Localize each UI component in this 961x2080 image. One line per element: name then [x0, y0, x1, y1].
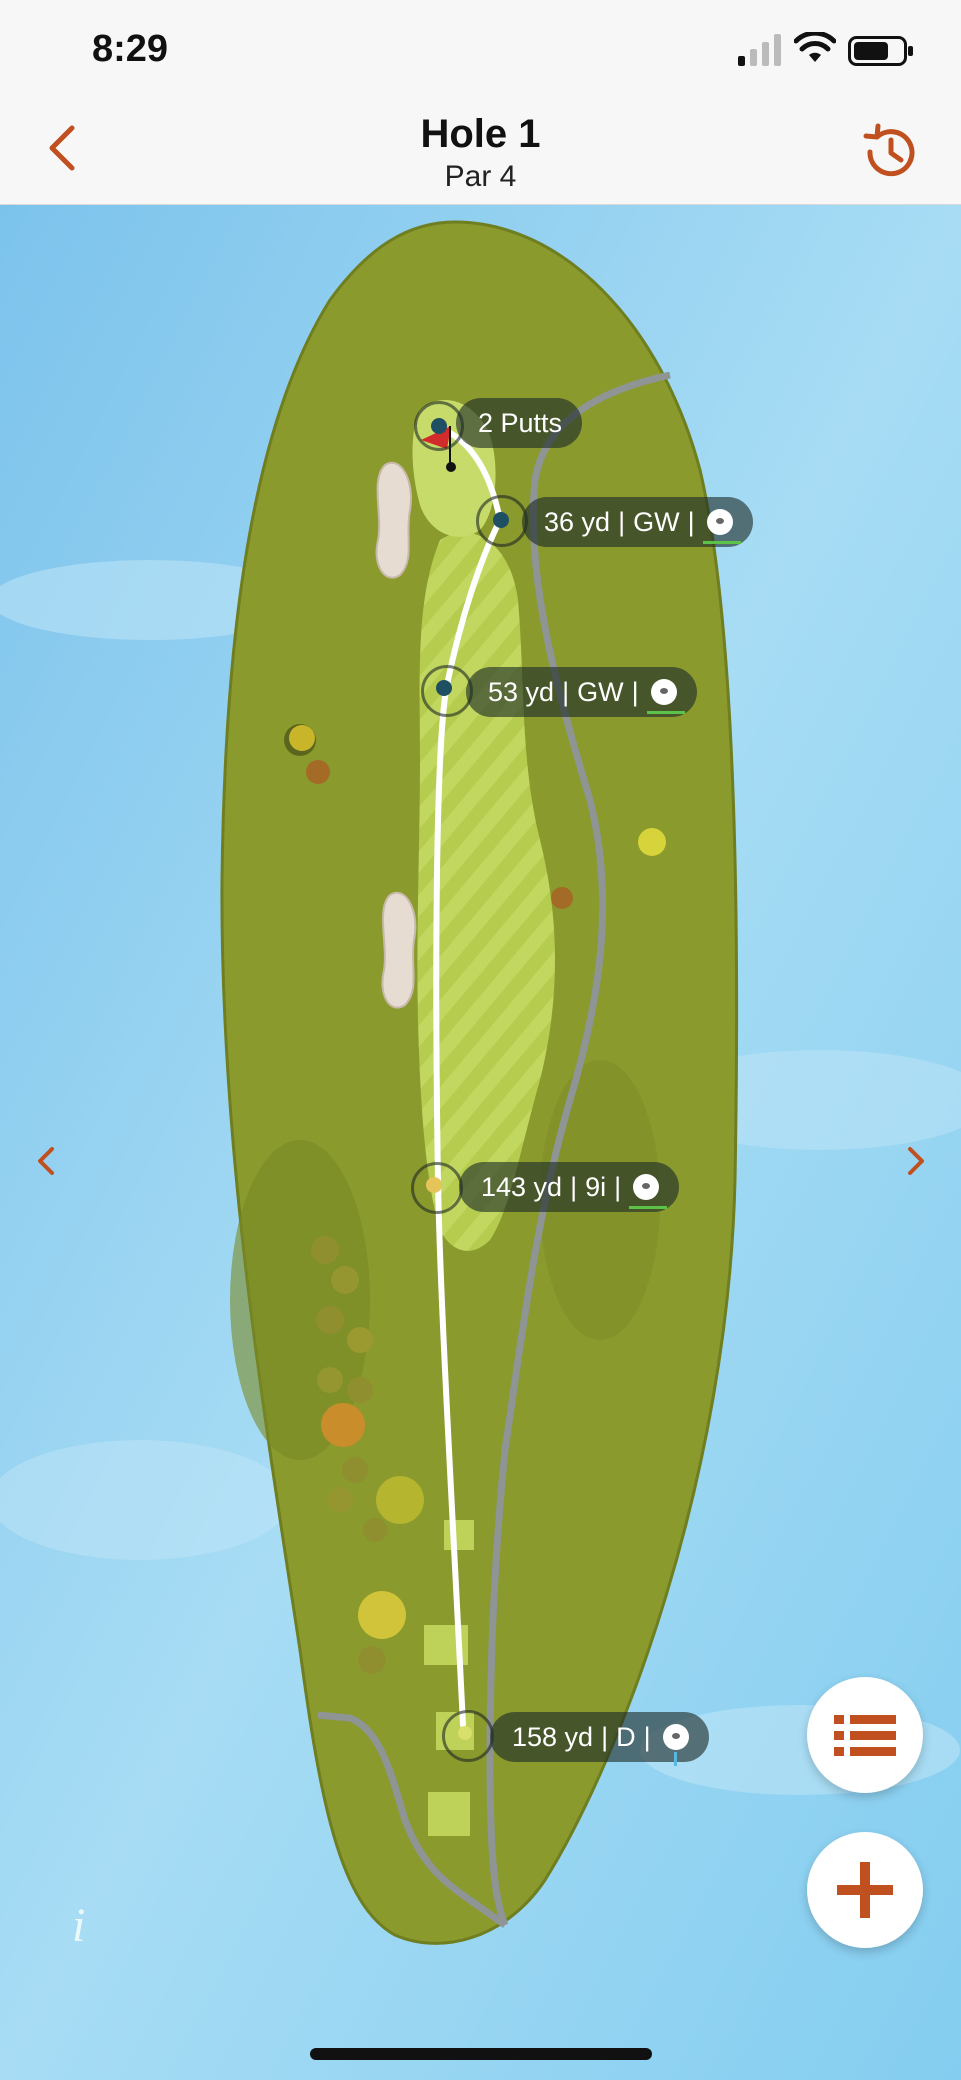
page-title: Hole 1 [420, 112, 541, 156]
cellular-signal-icon [738, 34, 781, 66]
status-bar: 8:29 [0, 0, 961, 100]
putts-label[interactable]: 2 Putts [456, 398, 583, 448]
shot-marker-dot [436, 680, 452, 696]
separator: | [643, 1722, 651, 1752]
page-subtitle: Par 4 [444, 160, 517, 193]
shot-club: GW [633, 507, 680, 537]
shot-label[interactable]: 53 yd | GW | [466, 667, 697, 717]
separator: | [631, 677, 639, 707]
shot-marker-dot [431, 418, 447, 434]
shot-marker-dot [458, 1726, 472, 1740]
tee-lie-icon [662, 1724, 689, 1766]
home-indicator[interactable] [310, 2048, 652, 2060]
add-shot-button[interactable] [807, 1832, 923, 1948]
app-header: Hole 1 Par 4 [0, 100, 961, 205]
fairway-lie-icon [702, 509, 741, 544]
shot-club: D [616, 1722, 636, 1752]
course-graphic [0, 205, 961, 2080]
shot-distance: 143 yd [481, 1172, 563, 1202]
shot-label[interactable]: 143 yd | 9i | [459, 1162, 680, 1212]
fairway-lie-icon [646, 679, 685, 714]
separator: | [570, 1172, 578, 1202]
shot-club: 9i [585, 1172, 607, 1202]
info-icon[interactable]: i [72, 1898, 85, 1953]
shot-marker-dot [426, 1177, 442, 1193]
status-time: 8:29 [92, 28, 169, 70]
shot-marker-dot [493, 512, 509, 528]
history-icon[interactable] [858, 122, 920, 182]
bunker [381, 891, 417, 1009]
plus-icon [837, 1862, 893, 1918]
separator: | [618, 507, 626, 537]
separator: | [614, 1172, 622, 1202]
shot-distance: 158 yd [512, 1722, 594, 1752]
battery-icon [848, 36, 913, 66]
wifi-icon [794, 32, 836, 62]
shot-list-button[interactable] [807, 1677, 923, 1793]
shot-distance: 36 yd [544, 507, 611, 537]
shot-label[interactable]: 36 yd | GW | [522, 497, 753, 547]
list-icon [834, 1715, 896, 1756]
fairway-lie-icon [629, 1174, 668, 1209]
shot-club: GW [577, 677, 624, 707]
shot-distance: 53 yd [488, 677, 555, 707]
putts-text: 2 Putts [478, 408, 563, 438]
previous-hole-chevron-icon[interactable] [32, 1141, 62, 1181]
shot-label[interactable]: 158 yd | D | [490, 1712, 709, 1766]
separator: | [601, 1722, 609, 1752]
bunker [375, 461, 412, 579]
hole-map[interactable]: 2 Putts 36 yd | GW | 53 yd | GW | 143 yd… [0, 205, 961, 2080]
separator: | [562, 677, 570, 707]
separator: | [687, 507, 695, 537]
next-hole-chevron-icon[interactable] [900, 1141, 930, 1181]
